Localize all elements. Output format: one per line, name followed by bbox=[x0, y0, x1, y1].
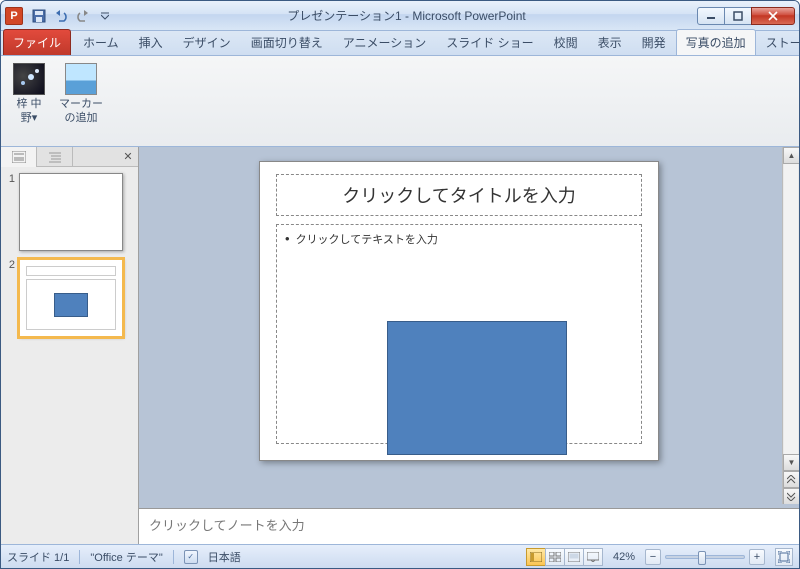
zoom-in-button[interactable]: + bbox=[749, 549, 765, 565]
sorter-view-button[interactable] bbox=[545, 548, 565, 566]
slides-tab[interactable] bbox=[1, 147, 37, 167]
tab-animations[interactable]: アニメーション bbox=[333, 29, 437, 55]
slides-tab-icon bbox=[12, 151, 26, 163]
scroll-track[interactable] bbox=[784, 164, 798, 454]
slide-panel: ✕ 1 2 bbox=[1, 147, 139, 544]
marker-label-1: マーカー bbox=[59, 98, 103, 110]
zoom-value[interactable]: 42% bbox=[613, 551, 635, 563]
content-placeholder[interactable]: クリックしてテキストを入力 bbox=[276, 224, 642, 444]
titlebar: P プレゼンテーション1 - Microsoft PowerPoint bbox=[1, 1, 799, 31]
zoom-thumb[interactable] bbox=[698, 551, 706, 565]
tab-slideshow[interactable]: スライド ショー bbox=[436, 29, 543, 55]
slideshow-view-button[interactable] bbox=[583, 548, 603, 566]
slide-canvas[interactable]: クリックしてタイトルを入力 クリックしてテキストを入力 bbox=[259, 161, 659, 461]
quick-access-toolbar bbox=[29, 6, 115, 26]
fit-to-window-button[interactable] bbox=[775, 548, 793, 566]
close-panel-button[interactable]: ✕ bbox=[118, 150, 138, 163]
theme-name: "Office テーマ" bbox=[90, 549, 162, 565]
tab-transitions[interactable]: 画面切り替え bbox=[241, 29, 333, 55]
spellcheck-icon[interactable]: ✓ bbox=[184, 550, 198, 564]
mini-body bbox=[26, 279, 116, 330]
app-window: P プレゼンテーション1 - Microsoft PowerPoint ファイル… bbox=[0, 0, 800, 569]
galaxy-icon bbox=[13, 63, 45, 95]
tab-developer[interactable]: 開発 bbox=[632, 29, 676, 55]
tab-review[interactable]: 校閲 bbox=[544, 29, 588, 55]
tab-add-photo[interactable]: 写真の追加 bbox=[676, 29, 756, 56]
placeholder-bullet: クリックしてテキストを入力 bbox=[285, 231, 633, 247]
scroll-down-button[interactable]: ▼ bbox=[783, 454, 799, 471]
thumb-number: 2 bbox=[5, 259, 15, 271]
gallery-label-1: 梓 中 bbox=[16, 98, 41, 110]
app-icon: P bbox=[5, 7, 23, 25]
reading-view-button[interactable] bbox=[564, 548, 584, 566]
tab-insert[interactable]: 挿入 bbox=[129, 29, 173, 55]
main-area: クリックしてタイトルを入力 クリックしてテキストを入力 ▲ ▼ クリックしてノー… bbox=[139, 147, 799, 544]
prev-slide-button[interactable] bbox=[783, 471, 799, 488]
thumb-row: 2 bbox=[5, 259, 134, 337]
ribbon-group: 梓 中野▾ マーカーの追加 bbox=[5, 59, 105, 143]
tab-home[interactable]: ホーム bbox=[73, 29, 129, 55]
title-placeholder[interactable]: クリックしてタイトルを入力 bbox=[276, 174, 642, 216]
marker-icon bbox=[65, 63, 97, 95]
thumb-row: 1 bbox=[5, 173, 134, 251]
tab-design[interactable]: デザイン bbox=[173, 29, 241, 55]
ribbon: 梓 中野▾ マーカーの追加 bbox=[1, 55, 799, 147]
mini-title bbox=[26, 266, 116, 276]
qat-customize[interactable] bbox=[95, 6, 115, 26]
workspace: ✕ 1 2 bbox=[1, 147, 799, 544]
minimize-button[interactable] bbox=[697, 7, 725, 25]
zoom-out-button[interactable]: − bbox=[645, 549, 661, 565]
zoom-track[interactable] bbox=[665, 555, 745, 559]
slide-panel-tabs: ✕ bbox=[1, 147, 138, 167]
status-bar: スライド 1/1 "Office テーマ" ✓ 日本語 42% − + bbox=[1, 544, 799, 568]
next-slide-button[interactable] bbox=[783, 488, 799, 504]
outline-tab-icon bbox=[48, 151, 62, 163]
add-marker-button[interactable]: マーカーの追加 bbox=[57, 59, 105, 143]
marker-label-2: の追加 bbox=[65, 112, 98, 124]
gallery-button[interactable]: 梓 中野▾ bbox=[5, 59, 53, 143]
gallery-label-2: 野▾ bbox=[21, 112, 38, 124]
tab-file[interactable]: ファイル bbox=[3, 29, 71, 55]
rectangle-shape[interactable] bbox=[387, 321, 567, 455]
slide-counter: スライド 1/1 bbox=[7, 549, 69, 565]
normal-view-button[interactable] bbox=[526, 548, 546, 566]
ribbon-tabs: ファイル ホーム 挿入 デザイン 画面切り替え アニメーション スライド ショー… bbox=[1, 31, 799, 55]
tab-storyboarding[interactable]: ストーリーボーディング bbox=[756, 29, 800, 55]
view-buttons bbox=[527, 548, 603, 566]
tab-view[interactable]: 表示 bbox=[588, 29, 632, 55]
save-button[interactable] bbox=[29, 6, 49, 26]
scroll-up-button[interactable]: ▲ bbox=[783, 147, 799, 164]
mini-shape bbox=[54, 293, 88, 317]
window-title: プレゼンテーション1 - Microsoft PowerPoint bbox=[115, 7, 698, 24]
maximize-button[interactable] bbox=[724, 7, 752, 25]
outline-tab[interactable] bbox=[37, 147, 73, 167]
slide-thumbnail-2[interactable] bbox=[19, 259, 123, 337]
slide-thumbnail-1[interactable] bbox=[19, 173, 123, 251]
notes-pane[interactable]: クリックしてノートを入力 bbox=[139, 508, 799, 544]
redo-button[interactable] bbox=[73, 6, 93, 26]
close-button[interactable] bbox=[751, 7, 795, 25]
slide-thumbnails: 1 2 bbox=[1, 167, 138, 544]
undo-button[interactable] bbox=[51, 6, 71, 26]
thumb-number: 1 bbox=[5, 173, 15, 185]
window-controls bbox=[698, 7, 795, 25]
slide-edit-area[interactable]: クリックしてタイトルを入力 クリックしてテキストを入力 ▲ ▼ bbox=[139, 147, 799, 504]
language-label[interactable]: 日本語 bbox=[208, 549, 241, 565]
zoom-slider: − + bbox=[645, 549, 765, 565]
vertical-scrollbar[interactable]: ▲ ▼ bbox=[782, 147, 799, 504]
